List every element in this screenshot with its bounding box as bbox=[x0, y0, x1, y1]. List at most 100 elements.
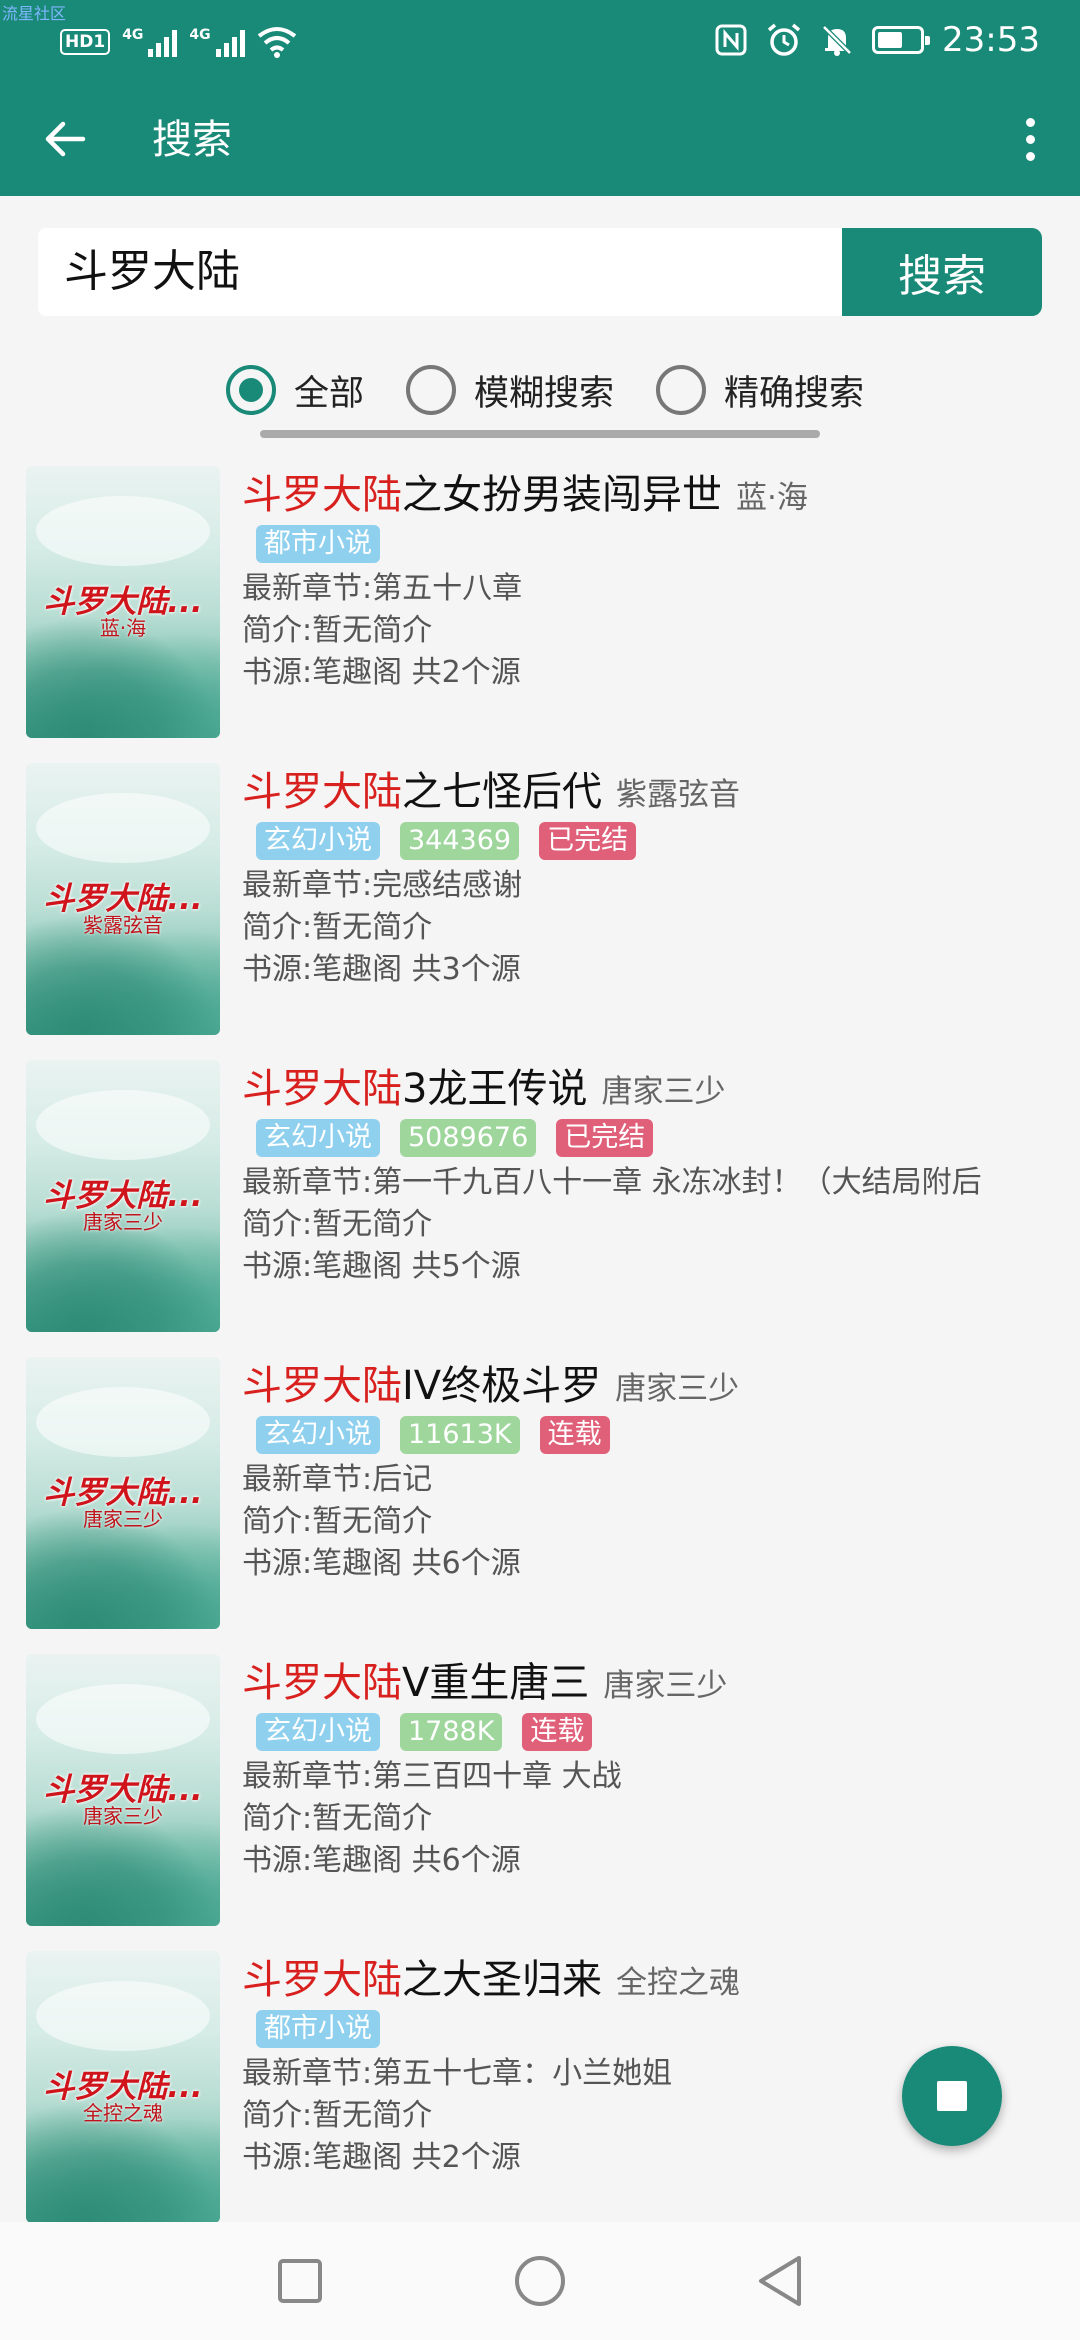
category-tag: 都市小说 bbox=[256, 525, 380, 563]
alarm-icon bbox=[767, 23, 801, 56]
title-highlight: 斗罗大陆 bbox=[242, 769, 402, 815]
book-author: 唐家三少 bbox=[603, 1668, 728, 1704]
search-input[interactable] bbox=[38, 228, 844, 316]
latest-chapter: 最新章节:第五十八章 bbox=[242, 571, 523, 606]
back-icon bbox=[759, 2256, 801, 2306]
category-tag: 都市小说 bbox=[256, 2010, 380, 2048]
book-source: 书源:笔趣阁 共2个源 bbox=[242, 655, 521, 690]
category-tag: 玄幻小说 bbox=[256, 1713, 380, 1751]
cover-author: 全控之魂 bbox=[83, 2101, 163, 2125]
cover-author: 紫露弦音 bbox=[83, 913, 163, 937]
word-count-tag: 5089676 bbox=[400, 1119, 537, 1157]
stop-icon bbox=[937, 2081, 967, 2111]
radio-fuzzy-label: 模糊搜索 bbox=[474, 373, 615, 414]
wifi-icon bbox=[257, 27, 296, 58]
search-button[interactable]: 搜索 bbox=[842, 228, 1042, 316]
book-cover: 斗罗大陆... 蓝·海 bbox=[26, 466, 220, 738]
book-info: 斗罗大陆 之七怪后代 紫露弦音 玄幻小说 344369 已完结 最新章节:完感结感谢… bbox=[242, 759, 1062, 991]
book-intro: 简介:暂无简介 bbox=[242, 910, 433, 945]
title-highlight: 斗罗大陆 bbox=[242, 1957, 402, 2003]
recents-button[interactable] bbox=[270, 2251, 330, 2311]
latest-chapter: 最新章节:第一千九百八十一章 永冻冰封！（大结局附后 bbox=[242, 1165, 982, 1200]
title-highlight: 斗罗大陆 bbox=[242, 1363, 402, 1409]
title-rest: 3龙王传说 bbox=[402, 1066, 588, 1112]
cover-author: 唐家三少 bbox=[83, 1507, 163, 1531]
cover-author: 蓝·海 bbox=[99, 616, 147, 640]
list-item[interactable]: 斗罗大陆... 唐家三少 斗罗大陆 V重生唐三 唐家三少 玄幻小说 1788K 连载… bbox=[0, 1650, 1080, 1947]
mute-icon bbox=[822, 25, 852, 56]
watermark: 流星社区 bbox=[2, 4, 67, 23]
tag-row: 玄幻小说 344369 已完结 bbox=[242, 819, 1062, 863]
book-cover: 斗罗大陆... 紫露弦音 bbox=[26, 763, 220, 1035]
list-item[interactable]: 斗罗大陆... 蓝·海 斗罗大陆 之女扮男装闯异世 蓝·海 都市小说 最新章节:第五… bbox=[0, 462, 1080, 759]
page-title: 搜索 bbox=[152, 117, 232, 163]
radio-all[interactable]: 全部 bbox=[226, 365, 364, 416]
book-info: 斗罗大陆 IV终极斗罗 唐家三少 玄幻小说 11613K 连载 最新章节:后记 简介… bbox=[242, 1353, 1062, 1585]
book-info: 斗罗大陆 3龙王传说 唐家三少 玄幻小说 5089676 已完结 最新章节:第一千九… bbox=[242, 1056, 1062, 1288]
latest-chapter: 最新章节:第三百四十章 大战 bbox=[242, 1759, 622, 1794]
tag-row: 玄幻小说 5089676 已完结 bbox=[242, 1116, 1062, 1160]
status-bar: 流星社区 HD1 4G 4G 23:53 bbox=[0, 0, 1080, 82]
back-button[interactable] bbox=[30, 104, 100, 174]
book-title: 斗罗大陆 之女扮男装闯异世 蓝·海 bbox=[242, 462, 1062, 522]
book-cover: 斗罗大陆... 唐家三少 bbox=[26, 1357, 220, 1629]
tag-row: 都市小说 bbox=[242, 2007, 1062, 2051]
book-author: 紫露弦音 bbox=[616, 777, 740, 813]
home-icon bbox=[515, 2256, 565, 2306]
word-count-tag: 1788K bbox=[400, 1713, 503, 1751]
cover-author: 唐家三少 bbox=[83, 1210, 163, 1234]
book-info: 斗罗大陆 V重生唐三 唐家三少 玄幻小说 1788K 连载 最新章节:第三百四十章 … bbox=[242, 1650, 1062, 1882]
book-source: 书源:笔趣阁 共5个源 bbox=[242, 1249, 521, 1284]
word-count-tag: 11613K bbox=[400, 1416, 520, 1454]
status-right: 23:53 bbox=[714, 16, 1040, 64]
status-tag: 已完结 bbox=[556, 1119, 654, 1157]
book-intro: 简介:暂无简介 bbox=[242, 1801, 433, 1836]
stop-fab-button[interactable] bbox=[902, 2046, 1002, 2146]
list-item[interactable]: 斗罗大陆... 唐家三少 斗罗大陆 IV终极斗罗 唐家三少 玄幻小说 11613K … bbox=[0, 1353, 1080, 1650]
book-author: 全控之魂 bbox=[616, 1965, 740, 2001]
title-rest: 之大圣归来 bbox=[402, 1957, 602, 2003]
arrow-left-icon bbox=[45, 121, 86, 157]
book-author: 蓝·海 bbox=[736, 480, 808, 516]
hd-icon: HD1 bbox=[60, 29, 111, 55]
radio-unchecked-icon bbox=[406, 365, 457, 415]
book-title: 斗罗大陆 3龙王传说 唐家三少 bbox=[242, 1056, 1062, 1116]
status-tag: 连载 bbox=[522, 1713, 593, 1751]
title-rest: 之女扮男装闯异世 bbox=[402, 472, 722, 518]
tag-row: 玄幻小说 1788K 连载 bbox=[242, 1710, 1062, 1754]
radio-checked-icon bbox=[226, 365, 276, 415]
signal-icon-2: 4G bbox=[189, 27, 245, 57]
network-label: 4G bbox=[122, 27, 144, 43]
title-highlight: 斗罗大陆 bbox=[242, 472, 402, 518]
list-item[interactable]: 斗罗大陆... 唐家三少 斗罗大陆 3龙王传说 唐家三少 玄幻小说 5089676 … bbox=[0, 1056, 1080, 1353]
category-tag: 玄幻小说 bbox=[256, 1119, 380, 1157]
book-author: 唐家三少 bbox=[601, 1074, 726, 1110]
nav-back-button[interactable] bbox=[750, 2251, 810, 2311]
list-item[interactable]: 斗罗大陆... 紫露弦音 斗罗大陆 之七怪后代 紫露弦音 玄幻小说 344369 已… bbox=[0, 759, 1080, 1056]
status-left: HD1 4G 4G bbox=[60, 22, 297, 62]
radio-fuzzy[interactable]: 模糊搜索 bbox=[406, 365, 614, 416]
book-intro: 简介:暂无简介 bbox=[242, 1504, 433, 1539]
results-list[interactable]: 斗罗大陆... 蓝·海 斗罗大陆 之女扮男装闯异世 蓝·海 都市小说 最新章节:第五… bbox=[0, 462, 1080, 2244]
cover-author: 唐家三少 bbox=[83, 1804, 163, 1828]
home-button[interactable] bbox=[510, 2251, 570, 2311]
category-tag: 玄幻小说 bbox=[256, 822, 380, 860]
radio-unchecked-icon bbox=[656, 365, 707, 415]
radio-exact-label: 精确搜索 bbox=[724, 373, 865, 414]
clock: 23:53 bbox=[942, 20, 1040, 60]
title-rest: IV终极斗罗 bbox=[402, 1363, 602, 1409]
book-title: 斗罗大陆 IV终极斗罗 唐家三少 bbox=[242, 1353, 1062, 1413]
book-source: 书源:笔趣阁 共6个源 bbox=[242, 1546, 521, 1581]
latest-chapter: 最新章节:后记 bbox=[242, 1462, 433, 1497]
book-author: 唐家三少 bbox=[615, 1371, 740, 1407]
status-tag: 已完结 bbox=[539, 822, 637, 860]
title-highlight: 斗罗大陆 bbox=[242, 1066, 402, 1112]
book-info: 斗罗大陆 之女扮男装闯异世 蓝·海 都市小说 最新章节:第五十八章 简介:暂无简介 … bbox=[242, 462, 1062, 694]
more-options-button[interactable] bbox=[1000, 104, 1060, 174]
radio-exact[interactable]: 精确搜索 bbox=[656, 365, 864, 416]
book-source: 书源:笔趣阁 共6个源 bbox=[242, 1843, 521, 1878]
book-title: 斗罗大陆 之大圣归来 全控之魂 bbox=[242, 1947, 1062, 2007]
book-intro: 简介:暂无简介 bbox=[242, 613, 433, 648]
app-bar: 搜索 bbox=[0, 82, 1080, 196]
category-tag: 玄幻小说 bbox=[256, 1416, 380, 1454]
